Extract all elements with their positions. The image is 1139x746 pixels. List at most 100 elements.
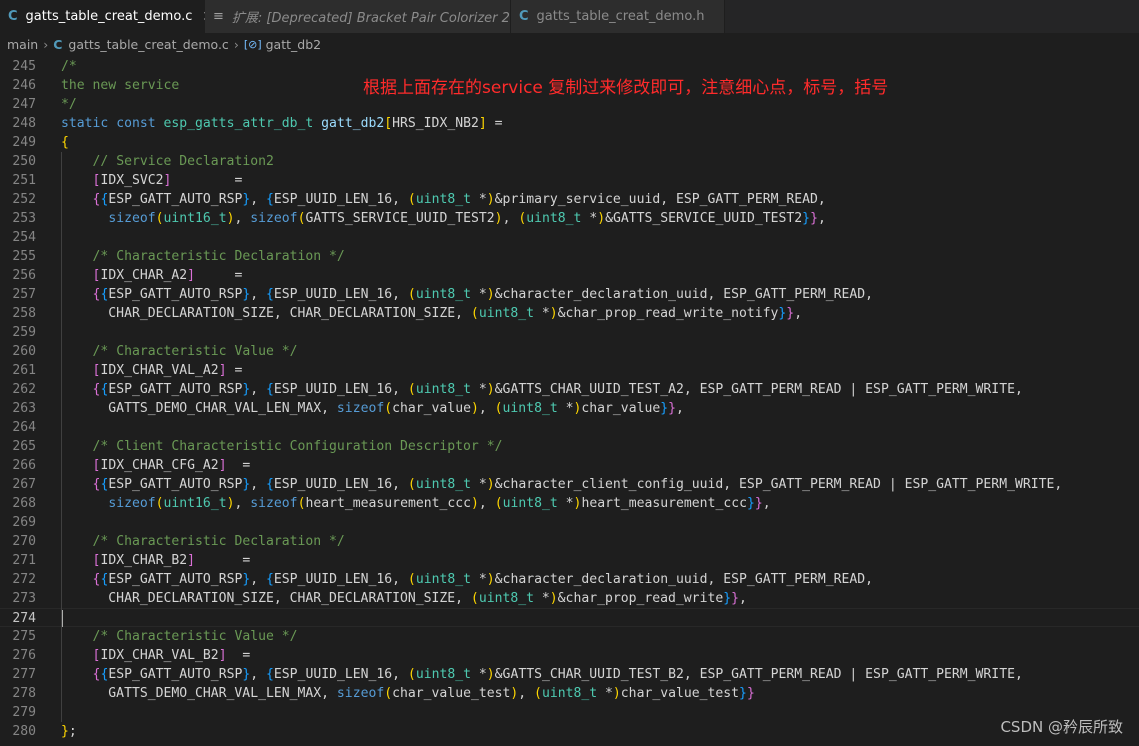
tab-extension-bracket-pair-colorizer[interactable]: ≡ 扩展: [Deprecated] Bracket Pair Colorize… [205, 0, 511, 33]
breadcrumb: main › C gatts_table_creat_demo.c › [⊘] … [0, 33, 1139, 56]
line-number: 251 [12, 173, 36, 188]
code-token: , [762, 496, 771, 511]
code-line[interactable]: 278 GATTS_DEMO_CHAR_VAL_LEN_MAX, sizeof(… [0, 684, 1139, 703]
code-token: uint8_t [502, 401, 566, 416]
code-token: ) [486, 192, 495, 207]
code-line[interactable]: 273 CHAR_DECLARATION_SIZE, CHAR_DECLARAT… [0, 589, 1139, 608]
code-token: , [502, 211, 519, 226]
line-number: 256 [12, 268, 36, 283]
line-number: 245 [12, 59, 36, 74]
code-token: { [266, 667, 274, 682]
code-line[interactable]: 258 CHAR_DECLARATION_SIZE, CHAR_DECLARAT… [0, 304, 1139, 323]
breadcrumb-symbol[interactable]: gatt_db2 [266, 37, 321, 52]
code-line[interactable]: 269 [0, 513, 1139, 532]
code-token: GATTS_SERVICE_UUID_TEST2 [305, 211, 495, 226]
line-number: 250 [12, 154, 36, 169]
code-editor[interactable]: 245 /* 246 the new service 247 */ 248 static co… [0, 56, 1139, 746]
code-token: ( [494, 496, 503, 511]
code-line[interactable]: 276 [IDX_CHAR_VAL_B2] = [0, 646, 1139, 665]
code-line[interactable]: 259 [0, 323, 1139, 342]
code-token: GATTS_DEMO_CHAR_VAL_LEN_MAX, [61, 401, 337, 416]
code-line[interactable]: 266 [IDX_CHAR_CFG_A2] = [0, 456, 1139, 475]
code-line[interactable]: 261 [IDX_CHAR_VAL_A2] = [0, 361, 1139, 380]
code-token: , [250, 667, 267, 682]
tab-label: 扩展: [Deprecated] Bracket Pair Colorizer … [231, 11, 510, 26]
code-token: , [478, 401, 495, 416]
code-line[interactable]: 256 [IDX_CHAR_A2] = [0, 266, 1139, 285]
tab-gatts-table-creat-demo-h[interactable]: C gatts_table_creat_demo.h [511, 0, 725, 33]
code-text: /* [61, 57, 77, 76]
code-token: , [234, 211, 251, 226]
line-number: 266 [12, 458, 36, 473]
code-text: { [61, 133, 69, 152]
code-token: * [478, 287, 487, 302]
code-line[interactable]: 251 [IDX_SVC2] = [0, 171, 1139, 190]
code-token: = [226, 648, 251, 663]
code-line[interactable]: 254 [0, 228, 1139, 247]
code-text: [IDX_CHAR_B2] = [61, 551, 251, 570]
code-text: CHAR_DECLARATION_SIZE, CHAR_DECLARATION_… [61, 589, 747, 608]
code-line[interactable]: 267 {{ESP_GATT_AUTO_RSP}, {ESP_UUID_LEN_… [0, 475, 1139, 494]
line-number: 268 [12, 496, 36, 511]
code-token: ( [155, 496, 164, 511]
code-token: uint8_t [415, 192, 479, 207]
code-line[interactable]: 262 {{ESP_GATT_AUTO_RSP}, {ESP_UUID_LEN_… [0, 380, 1139, 399]
code-text: sizeof(uint16_t), sizeof(heart_measureme… [61, 494, 771, 513]
code-line[interactable]: 250 // Service Declaration2 [0, 152, 1139, 171]
code-token: = [171, 173, 243, 188]
code-token: &char_prop_read_write [557, 591, 724, 606]
code-line[interactable]: 272 {{ESP_GATT_AUTO_RSP}, {ESP_UUID_LEN_… [0, 570, 1139, 589]
code-line[interactable]: 277 {{ESP_GATT_AUTO_RSP}, {ESP_UUID_LEN_… [0, 665, 1139, 684]
code-token: } [739, 686, 747, 701]
code-token: &character_declaration_uuid, ESP_GATT_PE… [494, 287, 874, 302]
code-token: = [226, 363, 243, 378]
code-line[interactable]: 255 /* Characteristic Declaration */ [0, 247, 1139, 266]
code-token: gatt_db2 [321, 116, 385, 131]
line-number: 279 [12, 705, 36, 720]
code-token: CHAR_DECLARATION_SIZE, CHAR_DECLARATION_… [61, 591, 471, 606]
code-line[interactable]: 260 /* Characteristic Value */ [0, 342, 1139, 361]
code-line[interactable]: 265 /* Client Characteristic Configurati… [0, 437, 1139, 456]
code-token: &GATTS_CHAR_UUID_TEST_B2, ESP_GATT_PERM_… [494, 667, 1023, 682]
code-line[interactable]: 252 {{ESP_GATT_AUTO_RSP}, {ESP_UUID_LEN_… [0, 190, 1139, 209]
annotation-text: 根据上面存在的service 复制过来修改即可，注意细心点，标号，括号 [363, 78, 889, 98]
code-token: , [250, 477, 267, 492]
code-token: ] [218, 363, 227, 378]
code-line[interactable]: 271 [IDX_CHAR_B2] = [0, 551, 1139, 570]
code-line[interactable]: 257 {{ESP_GATT_AUTO_RSP}, {ESP_UUID_LEN_… [0, 285, 1139, 304]
line-number: 254 [12, 230, 36, 245]
code-text: static const esp_gatts_attr_db_t gatt_db… [61, 114, 503, 133]
code-line[interactable]: 249 { [0, 133, 1139, 152]
code-token: ( [494, 401, 503, 416]
code-token: ( [534, 686, 542, 701]
code-token: ESP_GATT_AUTO_RSP [108, 287, 243, 302]
code-line[interactable]: 253 sizeof(uint16_t), sizeof(GATTS_SERVI… [0, 209, 1139, 228]
code-line[interactable]: 270 /* Characteristic Declaration */ [0, 532, 1139, 551]
code-line[interactable]: 264 [0, 418, 1139, 437]
breadcrumb-folder-main[interactable]: main [7, 37, 38, 52]
code-token: /* Characteristic Value */ [92, 629, 298, 644]
code-token: } [668, 401, 677, 416]
extension-doc-icon: ≡ [213, 9, 224, 24]
code-token: , [250, 572, 267, 587]
tab-gatts-table-creat-demo-c[interactable]: C gatts_table_creat_demo.c ✕ [0, 0, 214, 33]
code-token: uint8_t [478, 591, 542, 606]
code-line[interactable]: 263 GATTS_DEMO_CHAR_VAL_LEN_MAX, sizeof(… [0, 399, 1139, 418]
code-line[interactable]: 274 [0, 608, 1139, 627]
code-token: sizeof [250, 211, 298, 226]
code-line[interactable]: 279 [0, 703, 1139, 722]
code-line[interactable]: 275 /* Characteristic Value */ [0, 627, 1139, 646]
breadcrumb-file[interactable]: gatts_table_creat_demo.c [68, 37, 228, 52]
code-line[interactable]: 280}; [0, 722, 1139, 741]
code-line[interactable]: 248 static const esp_gatts_attr_db_t gatt… [0, 114, 1139, 133]
code-line[interactable]: 268 sizeof(uint16_t), sizeof(heart_measu… [0, 494, 1139, 513]
code-token: ESP_UUID_LEN_16, [273, 287, 408, 302]
code-token: * [565, 496, 574, 511]
